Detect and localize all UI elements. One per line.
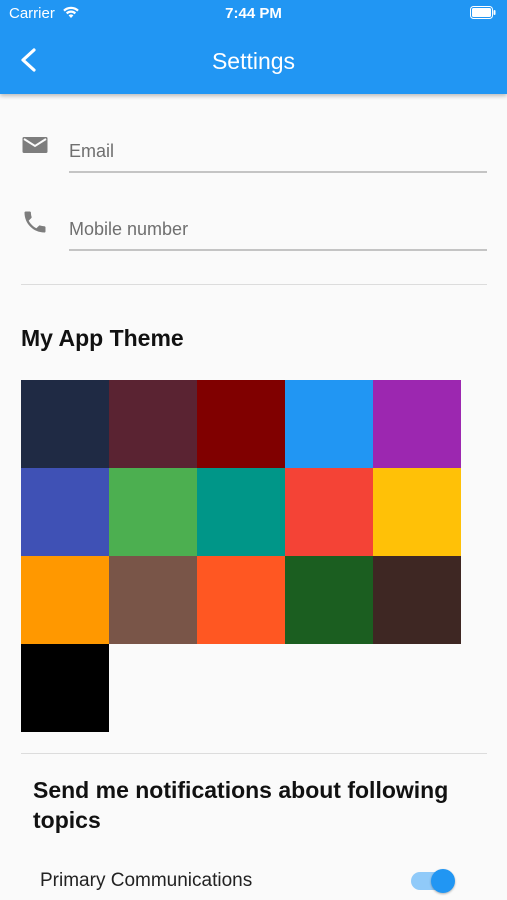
theme-color-swatch[interactable] bbox=[109, 380, 197, 468]
status-bar: Carrier 7:44 PM bbox=[0, 0, 507, 28]
theme-color-swatch[interactable] bbox=[21, 644, 109, 732]
theme-color-swatch[interactable] bbox=[285, 556, 373, 644]
divider bbox=[21, 284, 487, 285]
theme-color-swatch[interactable] bbox=[197, 380, 285, 468]
settings-screen: Carrier 7:44 PM Settings Email Mobile nu… bbox=[0, 0, 507, 900]
mail-icon bbox=[21, 131, 49, 159]
theme-color-swatch[interactable] bbox=[197, 556, 285, 644]
mobile-number-field[interactable] bbox=[69, 209, 487, 251]
page-title: Settings bbox=[211, 48, 296, 74]
topic-label: Primary Communications bbox=[40, 870, 253, 891]
email-row bbox=[0, 123, 507, 183]
theme-color-swatch[interactable] bbox=[109, 556, 197, 644]
phone-icon bbox=[21, 208, 49, 236]
theme-color-swatch[interactable] bbox=[197, 468, 285, 556]
theme-color-swatch[interactable] bbox=[21, 468, 109, 556]
email-field[interactable] bbox=[69, 131, 487, 173]
theme-color-swatch[interactable] bbox=[21, 380, 109, 468]
theme-color-swatch[interactable] bbox=[109, 468, 197, 556]
divider bbox=[21, 753, 487, 754]
theme-color-swatch[interactable] bbox=[285, 468, 373, 556]
toggle-knob bbox=[431, 869, 455, 893]
mobile-row bbox=[0, 201, 507, 261]
theme-color-swatch[interactable] bbox=[21, 556, 109, 644]
theme-color-swatch[interactable] bbox=[373, 556, 461, 644]
notifications-section-title: Send me notifications about following to… bbox=[33, 777, 449, 833]
battery-icon bbox=[470, 6, 496, 19]
status-time: 7:44 PM bbox=[225, 5, 282, 22]
primary-communications-toggle[interactable] bbox=[411, 869, 457, 893]
theme-color-swatch[interactable] bbox=[285, 380, 373, 468]
theme-color-swatch[interactable] bbox=[373, 468, 461, 556]
theme-color-swatch[interactable] bbox=[373, 380, 461, 468]
app-bar: Carrier 7:44 PM Settings bbox=[0, 0, 507, 94]
theme-section-title: My App Theme bbox=[21, 325, 184, 351]
